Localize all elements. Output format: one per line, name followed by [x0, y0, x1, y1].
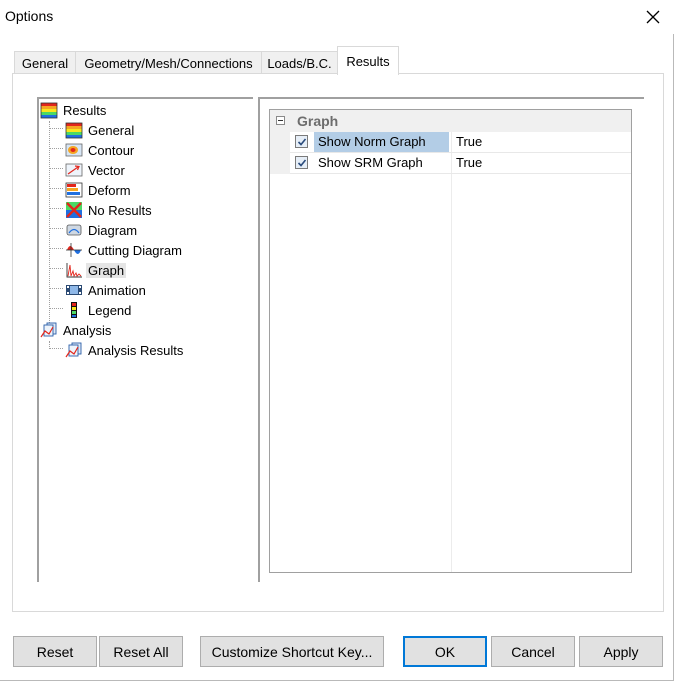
button-label: OK: [434, 643, 456, 660]
tree-connector: [49, 348, 63, 349]
tree-item-no-results[interactable]: No Results: [65, 200, 152, 220]
property-grid[interactable]: Graph Show Norm Graph True Show SRM Grap…: [269, 109, 632, 573]
tree-item-vector[interactable]: Vector: [65, 160, 125, 180]
analysis-icon: [40, 322, 57, 338]
close-button[interactable]: [636, 2, 670, 32]
tab-label: Geometry/Mesh/Connections: [84, 55, 253, 71]
tree-item-graph[interactable]: Graph: [65, 260, 127, 280]
property-row-show-norm-graph[interactable]: Show Norm Graph True: [270, 132, 631, 153]
tree-connector: [49, 248, 63, 249]
property-row-show-srm-graph[interactable]: Show SRM Graph True: [270, 153, 631, 174]
tree-item-diagram[interactable]: Diagram: [65, 220, 137, 240]
tree-item-general[interactable]: General: [65, 120, 134, 140]
tree-connector: [49, 148, 63, 149]
window-title: Options: [5, 8, 54, 24]
tree-item-label: Results: [63, 102, 107, 118]
collapse-icon[interactable]: [276, 116, 285, 125]
tree-item-label: Analysis Results: [88, 342, 184, 358]
row-margin: [270, 132, 290, 153]
tab-loads-bc[interactable]: Loads/B.C.: [261, 51, 338, 74]
analysis-results-icon: [65, 342, 82, 358]
tree-item-label: Vector: [88, 162, 125, 178]
legend-icon: [71, 302, 77, 318]
no-results-icon: [66, 202, 82, 218]
property-name: Show Norm Graph: [314, 132, 449, 152]
tree-connector: [49, 228, 63, 229]
close-icon: [646, 10, 660, 24]
tree-connector: [49, 128, 63, 129]
reset-button[interactable]: Reset: [13, 636, 97, 667]
tree-item-contour[interactable]: Contour: [65, 140, 134, 160]
deform-icon: [65, 182, 83, 198]
tree-item-label: Legend: [88, 302, 132, 318]
tree-item-cutting-diagram[interactable]: Cutting Diagram: [65, 240, 182, 260]
property-name: Show SRM Graph: [318, 155, 423, 170]
tree-connector: [49, 208, 63, 209]
show-srm-graph-checkbox[interactable]: [295, 156, 308, 169]
tree-item-legend[interactable]: Legend: [65, 300, 131, 320]
spectrum-icon: [65, 122, 83, 139]
diagram-icon: [66, 224, 82, 236]
tree-item-analysis-results[interactable]: Analysis Results: [65, 340, 183, 360]
property-value[interactable]: True: [456, 153, 482, 173]
tree-item-label: Graph: [86, 262, 127, 278]
checkmark-icon: [297, 138, 307, 146]
tree-item-label: General: [88, 122, 135, 138]
graph-icon: [66, 263, 82, 278]
tab-label: General: [21, 55, 69, 71]
tree-item-label: Cutting Diagram: [88, 242, 182, 258]
apply-button[interactable]: Apply: [579, 636, 663, 667]
tree-item-label: Contour: [88, 142, 135, 158]
tree-connector: [49, 121, 50, 329]
tab-general[interactable]: General: [14, 51, 76, 74]
button-label: Reset All: [113, 643, 169, 660]
tree-item-label: Diagram: [88, 222, 138, 238]
button-label: Apply: [603, 643, 639, 660]
tab-geometry-mesh-connections[interactable]: Geometry/Mesh/Connections: [75, 51, 262, 74]
ok-button[interactable]: OK: [403, 636, 487, 667]
tree-connector: [49, 168, 63, 169]
category-row-graph[interactable]: Graph: [270, 110, 631, 132]
column-splitter[interactable]: [451, 110, 452, 572]
button-label: Customize Shortcut Key...: [211, 643, 373, 660]
cancel-button[interactable]: Cancel: [491, 636, 575, 667]
options-tree[interactable]: Results General Contour Vector Deform No…: [37, 97, 253, 582]
tab-label: Loads/B.C.: [267, 55, 332, 71]
tab-label: Results: [346, 53, 390, 69]
cutting-diagram-icon: [66, 243, 82, 257]
show-norm-graph-checkbox[interactable]: [295, 135, 308, 148]
tree-connector: [49, 268, 63, 269]
property-value[interactable]: True: [456, 132, 482, 152]
tree-item-results[interactable]: Results: [40, 100, 106, 120]
tree-connector: [49, 188, 63, 189]
button-label: Reset: [36, 643, 74, 660]
category-label: Graph: [297, 113, 339, 129]
checkmark-icon: [297, 159, 307, 167]
tree-item-analysis[interactable]: Analysis: [40, 320, 111, 340]
vector-icon: [65, 163, 83, 177]
customize-shortcut-key-button[interactable]: Customize Shortcut Key...: [200, 636, 384, 667]
title-bar: Options: [0, 0, 675, 34]
tree-item-label: Deform: [88, 182, 131, 198]
tree-item-label: No Results: [88, 202, 152, 218]
tab-results[interactable]: Results: [337, 46, 399, 75]
animation-icon: [66, 285, 82, 295]
tree-item-animation[interactable]: Animation: [65, 280, 146, 300]
tree-item-label: Animation: [88, 282, 146, 298]
tree-item-deform[interactable]: Deform: [65, 180, 131, 200]
contour-icon: [65, 143, 83, 157]
button-label: Cancel: [511, 643, 555, 660]
results-spectrum-icon: [40, 102, 58, 119]
tree-connector: [49, 308, 63, 309]
tree-connector: [49, 288, 63, 289]
row-margin: [270, 153, 290, 174]
reset-all-button[interactable]: Reset All: [99, 636, 183, 667]
tree-item-label: Analysis: [63, 322, 112, 338]
